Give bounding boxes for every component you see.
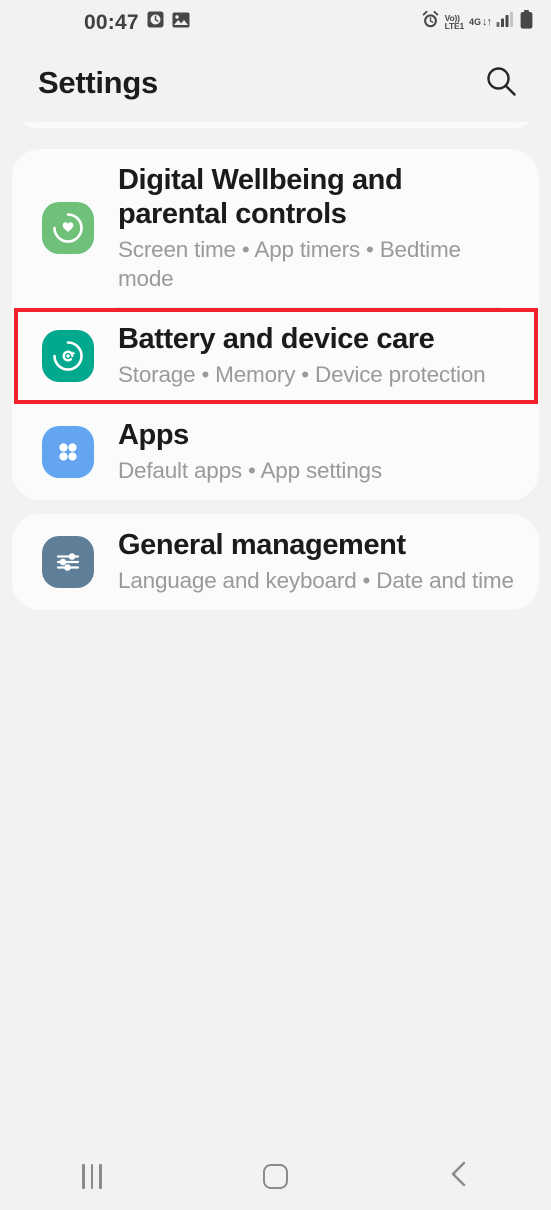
sidebar-item-advanced-features[interactable]: Android Auto • Side key [12, 122, 539, 128]
apps-title: Apps [118, 419, 189, 452]
settings-row-apps[interactable]: Apps Default apps • App settings [12, 404, 539, 500]
recents-icon [82, 1163, 102, 1189]
general-management-text: General management Language and keyboard… [118, 528, 519, 595]
general-management-subtitle: Language and keyboard • Date and time [118, 568, 514, 594]
page-title: Settings [38, 65, 158, 100]
apps-grid-icon [42, 425, 94, 478]
alarm-icon [421, 10, 440, 34]
battery-and-device-care-text: Battery and device care Storage • Memory… [118, 322, 519, 389]
sliders-icon [42, 535, 94, 588]
search-icon [484, 64, 518, 103]
search-button[interactable] [479, 61, 523, 105]
home-button[interactable] [184, 1142, 368, 1210]
status-bar-right: Vo)) LTE1 4G ↓↑ [421, 10, 533, 34]
general-management-icon-wrap [40, 534, 96, 590]
wellbeing-heart-icon [42, 201, 94, 254]
settings-row-digital-wellbeing[interactable]: Digital Wellbeing and parental controls … [12, 149, 539, 307]
digital-wellbeing-subtitle: Screen time • App timers • Bedtime mode [118, 237, 461, 291]
digital-wellbeing-title: Digital Wellbeing and parental controls [118, 164, 403, 231]
clock-icon [147, 11, 164, 33]
system-navigation-bar [0, 1142, 551, 1210]
settings-list[interactable]: Android Auto • Side key Digital Wellbein… [0, 122, 551, 1142]
device-care-refresh-icon [42, 329, 94, 382]
apps-icon-wrap [40, 424, 96, 480]
general-management-title: General management [118, 529, 406, 562]
status-bar-left: 00:47 [0, 11, 190, 33]
battery-row-highlight-wrap: Battery and device care Storage • Memory… [12, 307, 539, 404]
app-header: Settings [0, 44, 551, 122]
settings-card-advanced: Android Auto • Side key [12, 122, 539, 128]
signal-icon [496, 11, 515, 33]
network-4g-icon: 4G ↓↑ [468, 15, 492, 28]
apps-subtitle: Default apps • App settings [118, 458, 382, 484]
settings-card-main: Digital Wellbeing and parental controls … [12, 149, 539, 500]
apps-text: Apps Default apps • App settings [118, 418, 519, 485]
device-care-icon-wrap [40, 328, 96, 384]
digital-wellbeing-text: Digital Wellbeing and parental controls … [118, 163, 519, 293]
digital-wellbeing-icon-wrap [40, 200, 96, 256]
network-label: 4G [468, 16, 481, 27]
data-arrows-icon: ↓↑ [482, 15, 492, 28]
recents-button[interactable] [0, 1142, 184, 1210]
volte-icon: Vo)) LTE1 [444, 12, 465, 31]
settings-row-battery-and-device-care[interactable]: Battery and device care Storage • Memory… [12, 308, 539, 404]
status-bar: 00:47 Vo)) LTE1 4G ↓↑ [0, 0, 551, 44]
home-icon [263, 1163, 288, 1189]
battery-and-device-care-title: Battery and device care [118, 323, 435, 356]
battery-and-device-care-subtitle: Storage • Memory • Device protection [118, 362, 486, 388]
gallery-icon [172, 12, 190, 33]
back-icon [448, 1160, 470, 1193]
back-button[interactable] [367, 1142, 551, 1210]
status-bar-clock: 00:47 [84, 10, 139, 34]
settings-row-general-management[interactable]: General management Language and keyboard… [12, 514, 539, 610]
settings-card-general: General management Language and keyboard… [12, 513, 539, 610]
battery-icon [520, 10, 533, 34]
